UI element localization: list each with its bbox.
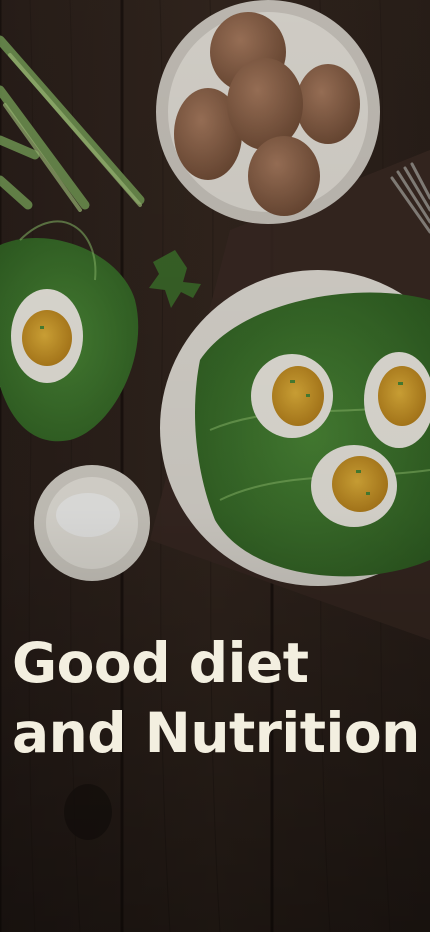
hero-title-line-1: Good diet xyxy=(12,631,309,695)
hero-title-line-2: and Nutrition xyxy=(12,701,420,765)
splash-screen: Good diet and Nutrition xyxy=(0,0,430,932)
hero-title: Good diet and Nutrition xyxy=(12,628,422,768)
photo-dim-overlay xyxy=(0,0,430,932)
